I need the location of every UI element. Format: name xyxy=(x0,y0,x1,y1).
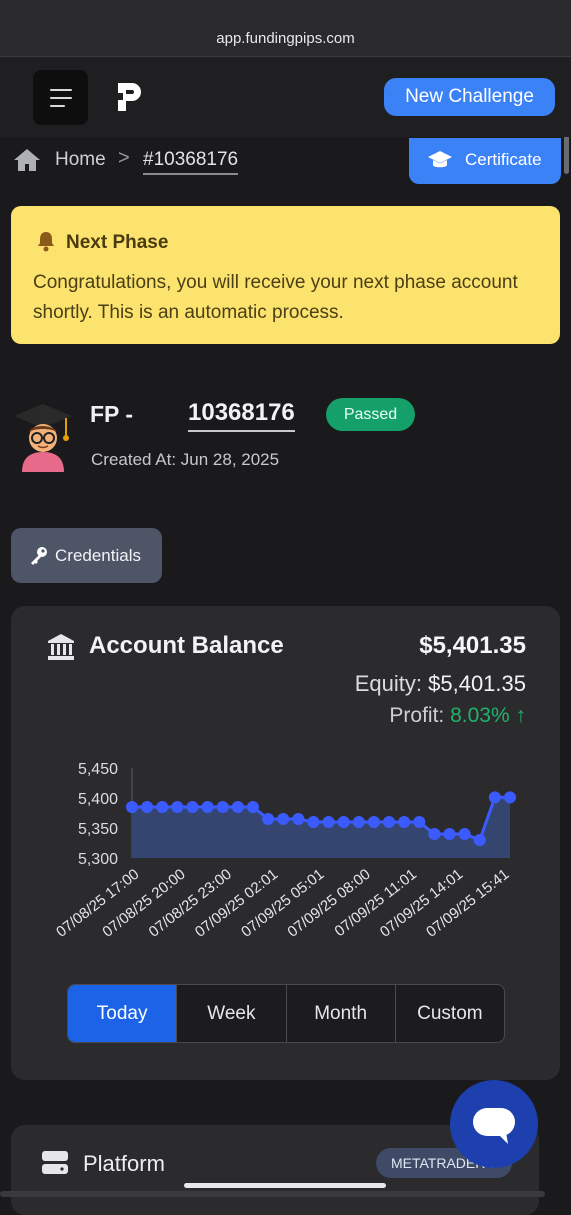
horizontal-scrollbar[interactable] xyxy=(0,1191,545,1197)
breadcrumb-current[interactable]: #10368176 xyxy=(143,149,239,175)
credentials-label: Credentials xyxy=(55,546,141,565)
menu-icon xyxy=(50,89,72,91)
balance-point[interactable] xyxy=(277,813,290,825)
account-prefix: FP - xyxy=(90,401,134,427)
menu-icon-line xyxy=(50,105,65,107)
balance-point[interactable] xyxy=(337,816,350,828)
balance-point[interactable] xyxy=(307,816,320,828)
tab-month[interactable]: Month xyxy=(285,985,395,1042)
card-title: Account Balance xyxy=(89,632,284,659)
balance-point[interactable] xyxy=(246,801,259,813)
x-tick-label: 07/09/25 15:41 xyxy=(423,866,512,941)
bank-icon xyxy=(48,634,74,660)
y-tick-label: 5,300 xyxy=(78,851,118,868)
balance-point[interactable] xyxy=(292,813,305,825)
alert-title: Next Phase xyxy=(66,232,169,253)
balance-point[interactable] xyxy=(367,816,380,828)
balance-point[interactable] xyxy=(186,801,199,813)
balance-point[interactable] xyxy=(156,801,169,813)
equity-value: $5,401.35 xyxy=(428,671,526,696)
status-bar xyxy=(0,0,571,22)
balance-point[interactable] xyxy=(231,801,244,813)
balance-point[interactable] xyxy=(458,828,471,840)
balance-point[interactable] xyxy=(141,801,154,813)
key-icon xyxy=(31,547,47,565)
url-bar[interactable]: app.fundingpips.com xyxy=(0,22,571,57)
breadcrumb-home[interactable]: Home xyxy=(55,149,106,171)
fundingpips-logo xyxy=(114,83,141,111)
balance-value: $5,401.35 xyxy=(419,632,526,659)
profit-row: Profit: 8.03% ↑ xyxy=(389,704,526,728)
alert-message: Congratulations, you will receive your n… xyxy=(33,272,518,323)
student-avatar-icon xyxy=(14,404,72,472)
tab-custom[interactable]: Custom xyxy=(394,985,504,1042)
balance-point[interactable] xyxy=(443,828,456,840)
balance-point[interactable] xyxy=(413,816,426,828)
balance-point[interactable] xyxy=(171,801,184,813)
balance-point[interactable] xyxy=(216,801,229,813)
menu-button[interactable] xyxy=(33,70,88,125)
certificate-button[interactable]: Certificate xyxy=(409,138,561,184)
bell-icon xyxy=(38,232,54,252)
range-selector: Today Week Month Custom xyxy=(67,984,505,1043)
balance-point[interactable] xyxy=(473,834,486,846)
profit-up-arrow-icon: ↑ xyxy=(515,704,527,727)
balance-point[interactable] xyxy=(504,791,516,804)
balance-point[interactable] xyxy=(383,816,396,828)
y-tick-label: 5,400 xyxy=(78,791,118,808)
balance-chart[interactable]: 5,4505,4005,3505,30007/08/25 17:0007/08/… xyxy=(40,755,530,975)
profit-value: 8.03% xyxy=(450,704,510,727)
new-challenge-button[interactable]: New Challenge xyxy=(384,78,555,116)
balance-point[interactable] xyxy=(322,816,335,828)
platform-title: Platform xyxy=(83,1151,165,1176)
profit-label: Profit: xyxy=(389,704,445,727)
balance-point[interactable] xyxy=(488,791,501,804)
account-number[interactable]: 10368176 xyxy=(188,399,295,432)
chat-icon xyxy=(473,1108,515,1144)
created-at: Created At: Jun 28, 2025 xyxy=(91,450,280,469)
equity-label: Equity: xyxy=(354,671,422,696)
balance-point[interactable] xyxy=(352,816,365,828)
certificate-label: Certificate xyxy=(465,150,542,169)
status-badge: Passed xyxy=(326,398,415,431)
balance-point[interactable] xyxy=(428,828,441,840)
home-icon[interactable] xyxy=(12,146,42,174)
equity-row: Equity: $5,401.35 xyxy=(355,671,526,697)
balance-point[interactable] xyxy=(262,813,275,825)
balance-point[interactable] xyxy=(201,801,214,813)
credentials-button[interactable]: Credentials xyxy=(11,528,162,583)
tab-today[interactable]: Today xyxy=(68,985,177,1042)
chat-button[interactable] xyxy=(450,1080,538,1168)
url-text: app.fundingpips.com xyxy=(216,30,355,47)
graduation-cap-icon xyxy=(428,151,452,168)
next-phase-alert: Next Phase Congratulations, you will rec… xyxy=(11,206,560,344)
y-tick-label: 5,350 xyxy=(78,821,118,838)
server-icon xyxy=(42,1151,68,1174)
balance-point[interactable] xyxy=(398,816,411,828)
tab-week[interactable]: Week xyxy=(176,985,285,1042)
y-tick-label: 5,450 xyxy=(78,761,118,778)
breadcrumb-separator: > xyxy=(118,147,130,169)
balance-point[interactable] xyxy=(126,801,138,813)
menu-icon-line xyxy=(50,97,72,99)
home-indicator xyxy=(184,1183,386,1188)
